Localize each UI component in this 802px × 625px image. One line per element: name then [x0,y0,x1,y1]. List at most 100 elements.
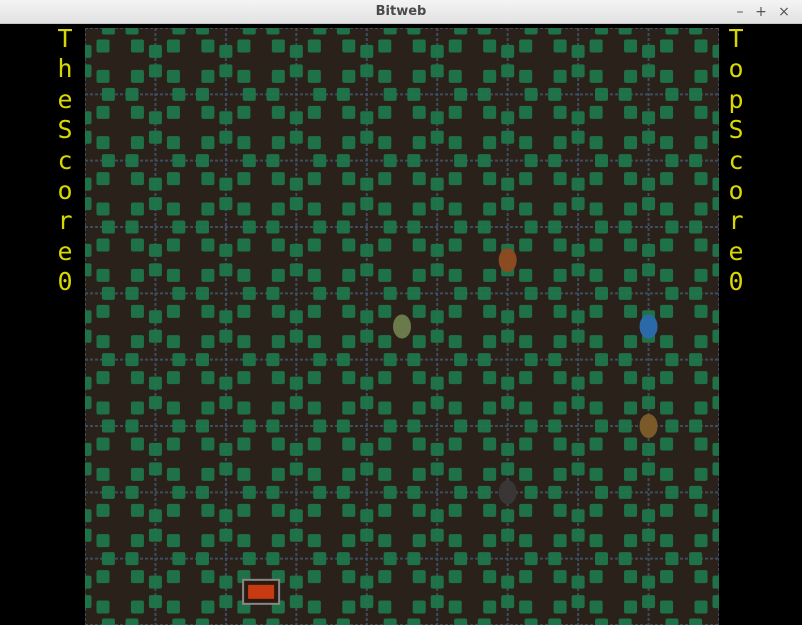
connector-node [642,509,656,523]
connector-node [694,503,708,517]
connector-node [548,87,562,101]
connector-node [624,172,638,186]
connector-node [407,485,421,499]
connector-node [342,534,356,548]
connector-node [448,202,462,216]
connector-node [430,64,444,78]
connector-node [712,310,719,324]
connector-node [589,268,603,282]
home-base-fire [248,584,275,599]
maximize-button[interactable]: + [752,3,770,21]
connector-node [172,220,186,234]
connector-node [313,286,327,300]
connector-node [519,172,533,186]
connector-node [571,130,585,144]
connector-node [313,353,327,367]
connector-node [166,39,180,53]
connector-node [712,528,719,542]
connector-node [378,202,392,216]
connector-node [689,353,703,367]
connector-node [501,442,515,456]
connector-node [336,552,350,566]
connector-node [125,87,139,101]
connector-node [289,64,303,78]
connector-node [430,595,444,609]
connector-node [271,268,285,282]
window-title: Bitweb [375,4,427,19]
connector-node [342,335,356,349]
connector-node [553,136,567,150]
connector-node [553,268,567,282]
connector-node [642,396,656,410]
connector-node [96,437,110,451]
connector-node [313,419,327,433]
connector-node [271,39,285,53]
connector-node [548,618,562,625]
game-board[interactable] [85,28,719,625]
connector-node [642,462,656,476]
connector-node [242,353,256,367]
connector-node [101,485,115,499]
connector-node [624,69,638,83]
connector-node [553,401,567,415]
connector-node [195,87,209,101]
connector-node [383,154,397,168]
connector-node [665,220,679,234]
connector-node [477,618,491,625]
connector-node [172,419,186,433]
connector-node [219,263,233,277]
close-button[interactable]: × [775,3,793,21]
connector-node [96,467,110,481]
connector-node [242,485,256,499]
minimize-button[interactable]: – [731,3,749,21]
connector-node [237,467,251,481]
app-window: Bitweb – + × TheScore0 TopScore0 [0,0,802,625]
top-score-label: TopScore0 [728,24,744,297]
connector-node [553,335,567,349]
connector-node [448,105,462,119]
game-canvas[interactable]: TheScore0 TopScore0 [0,24,802,625]
connector-node [289,263,303,277]
connector-node [660,534,674,548]
title-bar[interactable]: Bitweb – + × [0,0,802,24]
connector-node [85,509,92,523]
connector-node [237,437,251,451]
connector-node [125,286,139,300]
connector-node [219,64,233,78]
connector-node [660,401,674,415]
connector-node [130,69,144,83]
connector-node [219,197,233,211]
connector-node [237,268,251,282]
connector-node [101,28,115,35]
connector-node [166,105,180,119]
connector-node [477,220,491,234]
connector-node [524,220,538,234]
connector-node [519,238,533,252]
connector-node [125,154,139,168]
connector-node [712,64,719,78]
connector-node [307,534,321,548]
connector-node [430,442,444,456]
connector-node [219,111,233,125]
connector-node [712,130,719,144]
connector-node [266,618,280,625]
connector-node [595,28,609,35]
connector-node [642,130,656,144]
connector-node [289,329,303,343]
connector-node [660,105,674,119]
connector-node [342,69,356,83]
connector-node [448,401,462,415]
connector-node [689,419,703,433]
connector-node [448,268,462,282]
connector-node [595,154,609,168]
connector-node [342,202,356,216]
connector-node [307,503,321,517]
connector-node [448,600,462,614]
connector-node [166,268,180,282]
connector-node [501,396,515,410]
connector-node [266,28,280,35]
connector-node [483,335,497,349]
connector-node [571,310,585,324]
connector-node [553,600,567,614]
connector-node [271,401,285,415]
